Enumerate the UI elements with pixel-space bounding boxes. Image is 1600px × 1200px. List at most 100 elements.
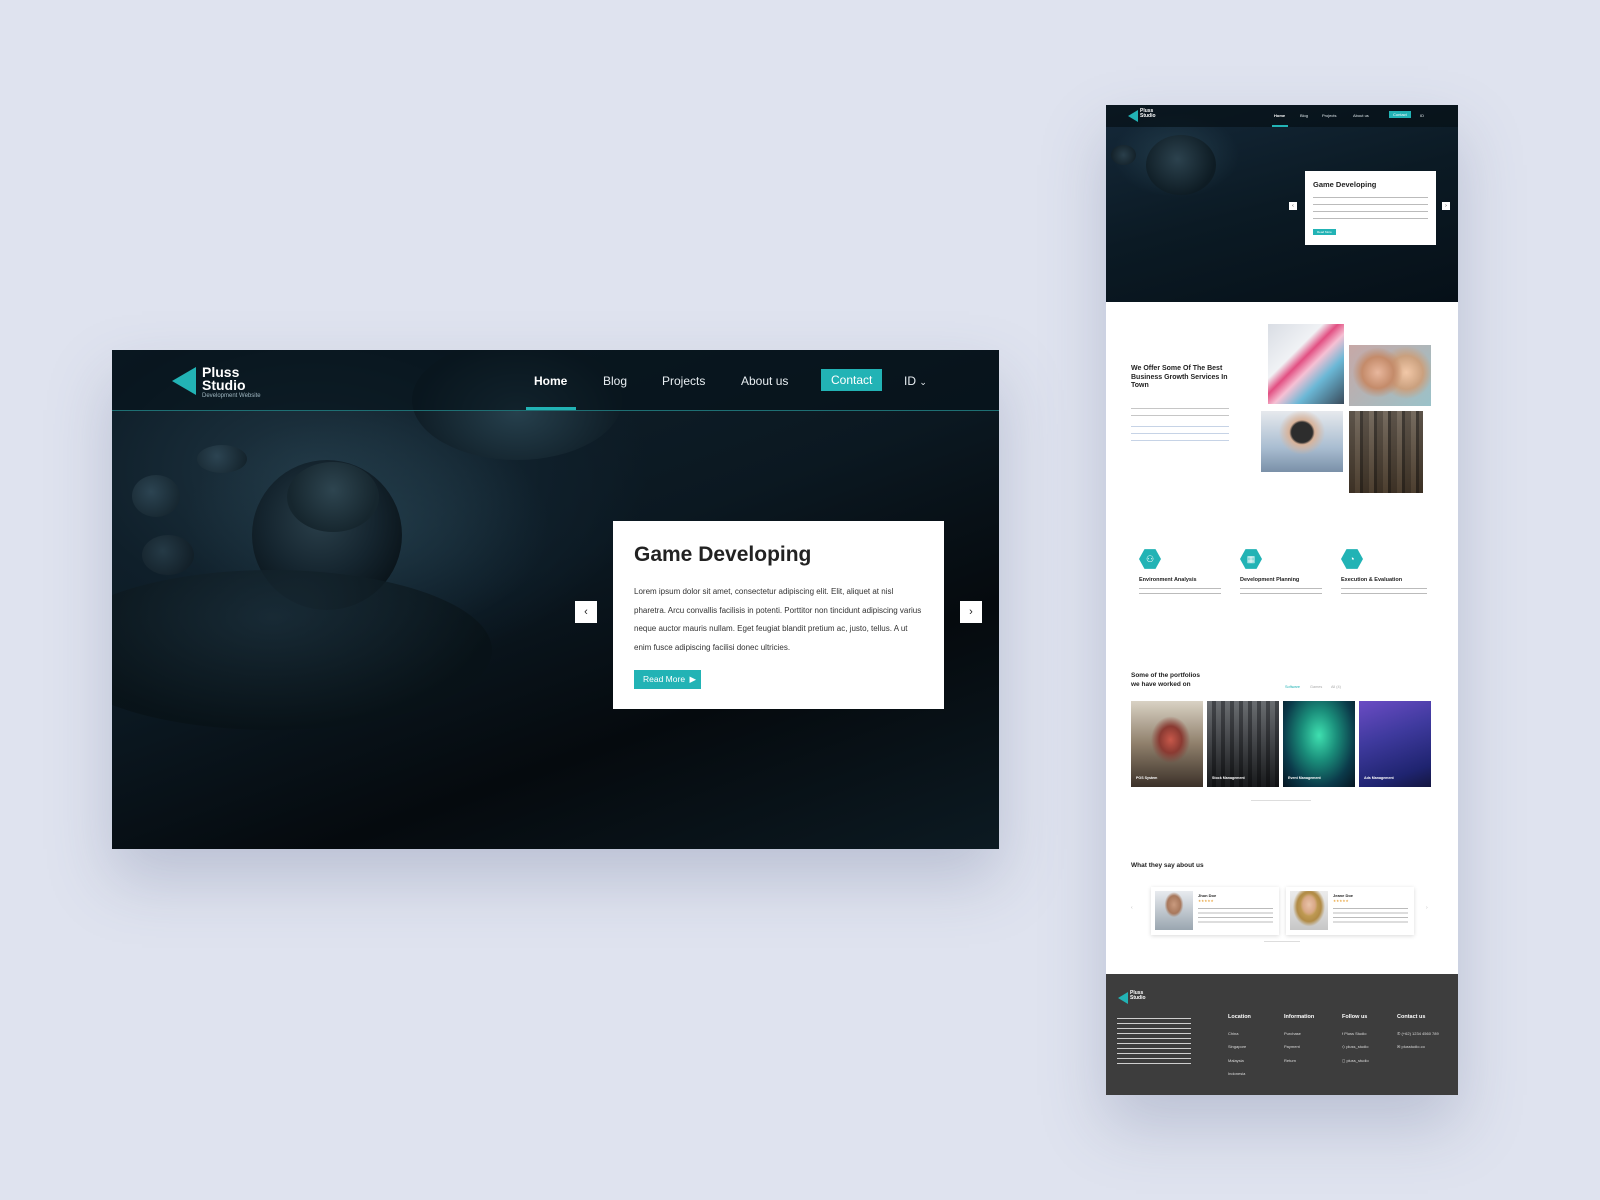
vr-headset-image — [1260, 410, 1344, 473]
mini-nav-blog[interactable]: Blog — [1300, 113, 1308, 118]
footer-link[interactable]: Purchase — [1284, 1031, 1301, 1036]
mini-language-selector[interactable]: ID — [1420, 113, 1424, 118]
star-rating-icon: ★★★★★ — [1198, 899, 1214, 903]
footer-instagram-link[interactable]: ◻ pluss_studio — [1342, 1058, 1369, 1063]
play-arrow-icon: ▶ — [689, 674, 697, 684]
footer-contact-heading: Contact us — [1397, 1014, 1426, 1020]
mini-next-button[interactable]: › — [1442, 202, 1450, 210]
testimonial-prev-button[interactable]: ‹ — [1131, 905, 1133, 911]
portfolio-tab-all[interactable]: All (4) — [1331, 685, 1341, 689]
footer-link[interactable]: Indonesia — [1228, 1071, 1245, 1076]
portfolio-tab-games[interactable]: Games — [1310, 685, 1322, 689]
footer-link[interactable]: Return — [1284, 1058, 1296, 1063]
controller-body-graphic — [112, 570, 492, 730]
testimonial-next-button[interactable]: › — [1426, 905, 1428, 911]
footer-phone[interactable]: ✆ (+62) 1234 4560 789 — [1397, 1031, 1439, 1036]
portfolio-card[interactable]: Event Management — [1283, 701, 1355, 787]
portfolio-tab-software[interactable]: Software — [1285, 685, 1300, 689]
mini-prev-button[interactable]: ‹ — [1289, 202, 1297, 210]
slider-prev-button[interactable]: ‹ — [575, 601, 597, 623]
calendar-icon: ▦ — [1240, 549, 1262, 569]
testimonial-pager[interactable] — [1264, 941, 1300, 942]
read-more-button[interactable]: Read More ▶ — [634, 670, 702, 689]
portfolio-card[interactable]: Ads Management — [1359, 701, 1431, 787]
mini-read-more-button[interactable]: Read More — [1313, 229, 1336, 235]
hero-body: Lorem ipsum dolor sit amet, consectetur … — [634, 587, 922, 652]
slider-next-button[interactable]: › — [960, 601, 982, 623]
avatar — [1155, 891, 1193, 930]
mini-hero: Pluss Studio Home Blog Projects About us … — [1106, 105, 1458, 302]
mini-nav-about[interactable]: About us — [1353, 113, 1369, 118]
portfolio-heading: Some of the portfolios we have worked on — [1131, 672, 1200, 688]
testimonial-text-lines — [1198, 906, 1273, 924]
portfolio-card-title: Ads Management — [1364, 776, 1394, 780]
testimonials-heading: What they say about us — [1131, 862, 1204, 869]
chevron-left-icon: ‹ — [584, 606, 588, 618]
chevron-right-icon: › — [1445, 203, 1447, 209]
portfolio-card[interactable]: Stock Management — [1207, 701, 1279, 787]
language-label: ID — [904, 374, 916, 388]
footer-about-text-lines — [1117, 1016, 1191, 1068]
testimonial-card: Jhon Doe ★★★★★ — [1151, 887, 1279, 935]
mini-brand-name: Pluss Studio — [1140, 108, 1156, 119]
brand-tagline: Development Website — [202, 393, 261, 399]
mini-contact-button[interactable]: Contact — [1389, 111, 1411, 118]
brand-logo[interactable]: Pluss Studio Development Website — [172, 364, 272, 399]
portfolio-card[interactable]: POS System — [1131, 701, 1203, 787]
nav-blog[interactable]: Blog — [603, 374, 627, 388]
button-graphic — [1111, 145, 1136, 165]
logo-triangle-icon — [1118, 992, 1128, 1004]
button-graphic — [142, 535, 194, 575]
logo-triangle-icon — [1128, 110, 1138, 122]
nav-home[interactable]: Home — [534, 374, 567, 388]
hero-desktop-preview: Pluss Studio Development Website Home Bl… — [112, 350, 999, 849]
mini-hero-card: Game Developing Read More — [1305, 171, 1436, 245]
page-footer: Pluss Studio Location China Singapore Mal… — [1106, 974, 1458, 1095]
service-title-environment: Environment Analysis — [1139, 577, 1197, 583]
top-navbar: Pluss Studio Development Website Home Bl… — [112, 350, 999, 411]
service-text-lines — [1341, 586, 1427, 594]
footer-twitter-link[interactable]: ◇ pluss_studio — [1342, 1044, 1368, 1049]
mini-nav-projects[interactable]: Projects — [1322, 113, 1336, 118]
services-heading: We Offer Some Of The Best Business Growt… — [1131, 365, 1228, 389]
footer-link[interactable]: China — [1228, 1031, 1238, 1036]
chevron-left-icon: ‹ — [1292, 203, 1294, 209]
testimonial-text-lines — [1333, 906, 1408, 924]
services-text-lines — [1131, 405, 1229, 419]
footer-link[interactable]: Malaysia — [1228, 1058, 1244, 1063]
chevron-left-icon: ‹ — [1131, 905, 1133, 911]
footer-link[interactable]: Payment — [1284, 1044, 1300, 1049]
service-title-planning: Development Planning — [1240, 577, 1300, 583]
chevron-right-icon: › — [1426, 905, 1428, 911]
contact-button[interactable]: Contact — [821, 369, 883, 391]
nav-projects[interactable]: Projects — [662, 374, 705, 388]
footer-link[interactable]: Singapore — [1228, 1044, 1246, 1049]
portfolio-card-title: Event Management — [1288, 776, 1321, 780]
brand-name: Pluss Studio — [202, 364, 246, 393]
testimonial-name: Jeane Doe — [1333, 893, 1354, 898]
logo-triangle-icon — [172, 367, 196, 395]
team-sticky-notes-image — [1267, 323, 1345, 405]
binoculars-icon: ⚇ — [1139, 549, 1161, 569]
footer-facebook-link[interactable]: f Pluss Studio — [1342, 1031, 1366, 1036]
kids-tablet-image — [1348, 344, 1432, 407]
nav-about-us[interactable]: About us — [741, 374, 788, 388]
services-quote-lines — [1131, 423, 1229, 444]
mini-nav-indicator — [1272, 125, 1288, 127]
footer-follow-heading: Follow us — [1342, 1014, 1368, 1020]
footer-brand-name: Pluss Studio — [1130, 990, 1146, 1001]
chevron-down-icon: ⌄ — [919, 377, 927, 387]
mini-nav-home[interactable]: Home — [1274, 113, 1285, 118]
mini-hero-title: Game Developing — [1313, 180, 1377, 189]
hero-title: Game Developing — [634, 543, 812, 566]
portfolio-pager[interactable] — [1251, 800, 1311, 801]
language-selector[interactable]: ID ⌄ — [904, 374, 927, 388]
mini-hero-text-lines — [1313, 193, 1428, 219]
service-title-execution: Execution & Evaluation — [1341, 577, 1403, 583]
star-rating-icon: ★★★★★ — [1333, 899, 1349, 903]
mini-navbar: Pluss Studio Home Blog Projects About us … — [1106, 105, 1458, 127]
joystick-cap-graphic — [287, 462, 379, 532]
footer-email[interactable]: ✉ plusstudio.co — [1397, 1044, 1425, 1049]
nav-active-indicator — [526, 407, 576, 410]
hero-card: Game Developing Lorem ipsum dolor sit am… — [613, 521, 944, 709]
